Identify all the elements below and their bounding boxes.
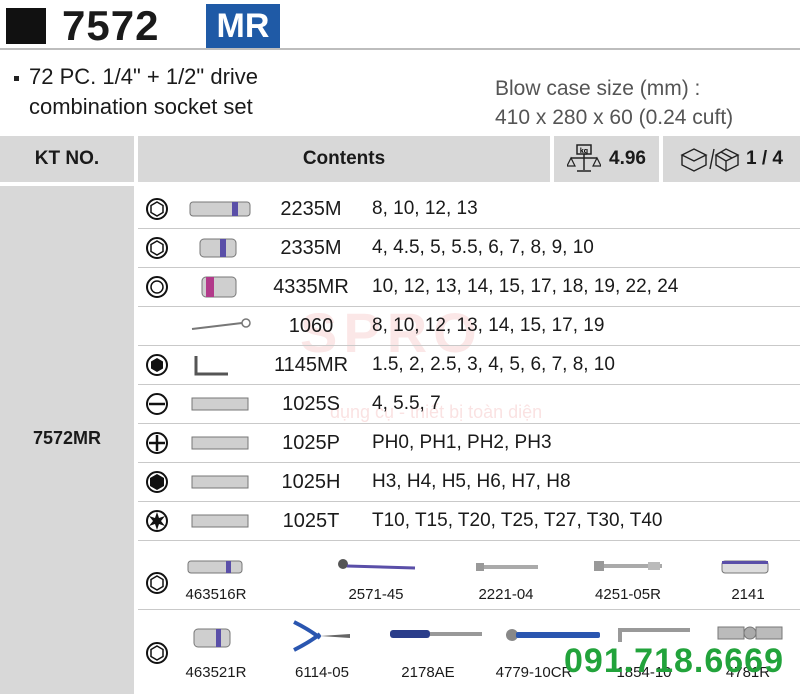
extension-bar-icon [476,563,538,571]
row-code: 1025S [282,393,340,415]
accessory-code: 463521R [185,664,247,681]
accessory-code: 2571-45 [348,586,404,603]
table-row: 1025S 4, 5.5, 7 [138,385,800,424]
universal-joint-icon [717,626,783,640]
hex-socket-icon [146,198,168,220]
screwdriver-icon [390,630,482,638]
kg-icon-text: kg [580,148,588,155]
socket-icon [199,238,237,258]
table-row: 2235M 8, 10, 12, 13 [138,190,800,229]
row-sizes: 8, 10, 12, 13, 14, 15, 17, 19 [372,315,605,336]
divider [138,609,800,610]
hex-socket-icon [146,572,168,594]
pliers-icon [293,620,350,652]
hex-socket-icon [146,237,168,259]
model-number: 7572 [62,2,160,49]
socket-icon [193,628,231,648]
bit-icon [191,475,249,489]
phone-number: 091.718.6669 [564,642,784,680]
bullet-icon [14,75,19,81]
accessory-code: 463516R [185,586,247,603]
table-row: 1025H H3, H4, H5, H6, H7, H8 [138,463,800,502]
divider [0,48,800,50]
bit-icon [191,397,249,411]
row-sizes: 1.5, 2, 2.5, 3, 4, 5, 6, 7, 8, 10 [372,354,615,375]
mr-badge: MR [206,4,280,48]
row-sizes: T10, T15, T20, T25, T27, T30, T40 [372,510,663,531]
torx-icon [146,510,168,532]
header-block-icon [6,8,46,44]
row-code: 1145MR [273,354,349,376]
extension-bar-icon [594,561,662,571]
hex-socket-icon [146,642,168,664]
row-code: 4335MR [273,276,349,298]
box-header: 1 / 4 [663,136,800,182]
row-sizes: 8, 10, 12, 13 [372,198,478,219]
description-line2: combination socket set [29,94,253,119]
bi-hex-socket-icon [146,276,168,298]
weight-value: 4.96 [609,148,646,169]
wrench-icon [191,318,251,330]
bit-icon [191,514,249,528]
accessory-code: 2141 [731,586,765,603]
row-code: 1060 [288,315,334,337]
table-row: 1060 8, 10, 12, 13, 14, 15, 17, 19 [138,307,800,346]
product-description: 72 PC. 1/4" + 1/2" drive combination soc… [14,62,258,122]
row-sizes: 4, 4.5, 5, 5.5, 6, 7, 8, 9, 10 [372,237,594,258]
accessory-code: 2221-04 [478,586,534,603]
phillips-icon [146,432,168,454]
kt-no-header: KT NO. [0,136,134,182]
hex-key-icon [146,354,168,376]
accessory-code: 6114-05 [295,664,349,681]
accessory-code: 4251-05R [595,586,661,603]
row-code: 1025P [282,432,340,454]
box-value: 1 / 4 [746,148,783,169]
hex-bit-icon [146,471,168,493]
row-code: 2235M [280,198,342,220]
box-icon [680,148,740,172]
blow-case-info: Blow case size (mm) : 410 x 280 x 60 (0.… [495,74,733,132]
blow-case-label: Blow case size (mm) : [495,77,701,100]
slotted-icon [146,393,168,415]
row-sizes: PH0, PH1, PH2, PH3 [372,432,552,453]
table-row: 1145MR 1.5, 2, 2.5, 3, 4, 5, 6, 7, 8, 10 [138,346,800,385]
weight-header: kg 4.96 [554,136,659,182]
row-code: 1025T [282,510,340,532]
table-row: 1025P PH0, PH1, PH2, PH3 [138,424,800,463]
accessory-code: 4779-10CR [495,664,573,681]
allen-key-icon [194,356,228,376]
row-sizes: H3, H4, H5, H6, H7, H8 [372,471,571,492]
kt-value: 7572MR [32,428,102,448]
accessory-code: 2178AE [401,664,455,681]
long-socket-icon [189,201,251,217]
bit-icon [191,436,249,450]
row-code: 1025H [281,471,341,493]
row-sizes: 4, 5.5, 7 [372,393,441,414]
row-code: 2335M [280,237,342,259]
blow-case-size: 410 x 280 x 60 (0.24 cuft) [495,106,734,129]
bit-holder-icon [721,560,769,574]
scale-icon: kg [567,144,601,172]
description-line1: 72 PC. 1/4" + 1/2" drive [29,64,259,89]
contents-header: Contents [138,136,550,182]
table-row: 2335M 4, 4.5, 5, 5.5, 6, 7, 8, 9, 10 [138,229,800,268]
row-sizes: 10, 12, 13, 14, 15, 17, 18, 19, 22, 24 [372,276,679,297]
deep-socket-icon [187,560,243,574]
socket-icon [201,276,237,298]
ratchet-icon [338,559,416,570]
table-row: 4335MR 10, 12, 13, 14, 15, 17, 18, 19, 2… [138,268,800,307]
table-row: 1025T T10, T15, T20, T25, T27, T30, T40 [138,502,800,541]
